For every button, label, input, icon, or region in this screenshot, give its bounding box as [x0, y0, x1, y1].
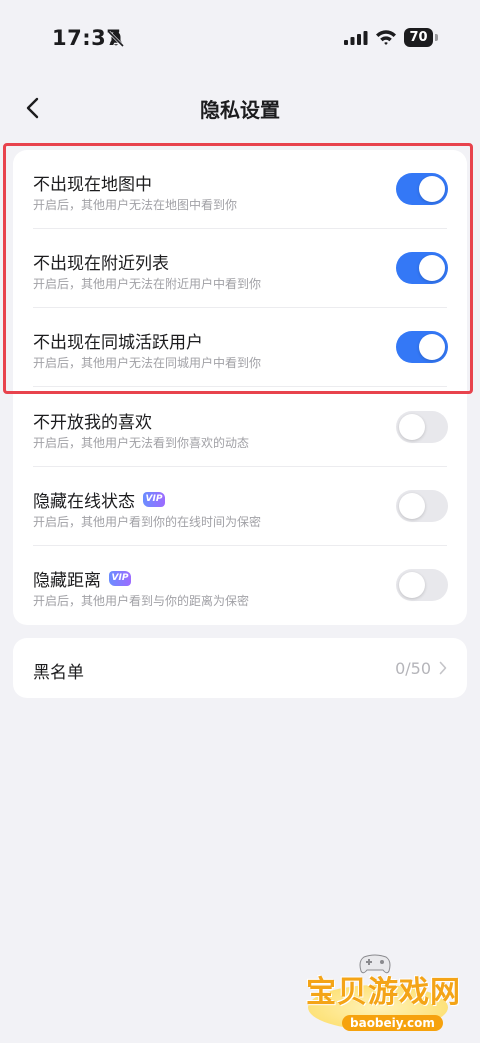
signal-icon [344, 31, 368, 45]
setting-hide-my-likes: 不开放我的喜欢 开启后，其他用户无法看到你喜欢的动态 [13, 388, 467, 467]
blacklist-row[interactable]: 黑名单 0/50 [13, 638, 467, 698]
setting-subtitle: 开启后，其他用户无法看到你喜欢的动态 [33, 436, 250, 450]
setting-title: 不开放我的喜欢 [33, 413, 152, 433]
watermark-domain: baobeiy.com [342, 1015, 443, 1031]
setting-hide-in-nearby: 不出现在附近列表 开启后，其他用户无法在附近用户中看到你 [13, 229, 467, 308]
hide-distance-toggle[interactable] [396, 569, 448, 601]
setting-hide-online-status: 隐藏在线状态 VIP 开启后，其他用户看到你的在线时间为保密 [13, 467, 467, 546]
blacklist-count: 0/50 [395, 659, 431, 678]
setting-title: 不出现在同城活跃用户 [33, 333, 203, 353]
nav-bar: 隐私设置 [0, 80, 480, 136]
watermark-logo: 宝贝游戏网 baobeiy.com [300, 945, 460, 1043]
divider [33, 386, 447, 387]
setting-title: 隐藏距离 VIP [33, 566, 131, 591]
setting-title: 不出现在地图中 [33, 175, 152, 195]
wifi-icon [376, 30, 396, 45]
setting-subtitle: 开启后，其他用户无法在附近用户中看到你 [33, 277, 262, 291]
setting-subtitle: 开启后，其他用户看到你的在线时间为保密 [33, 515, 262, 529]
setting-title: 不出现在附近列表 [33, 254, 169, 274]
vip-badge: VIP [143, 492, 165, 507]
setting-hide-distance: 隐藏距离 VIP 开启后，其他用户看到与你的距离为保密 [13, 546, 467, 625]
hide-online-status-toggle[interactable] [396, 490, 448, 522]
setting-subtitle: 开启后，其他用户看到与你的距离为保密 [33, 594, 250, 608]
battery-icon: 70 [404, 28, 440, 48]
blacklist-label: 黑名单 [33, 663, 84, 683]
privacy-settings-card: 不出现在地图中 开启后，其他用户无法在地图中看到你 不出现在附近列表 开启后，其… [13, 150, 467, 625]
watermark-text: 宝贝游戏网 [306, 975, 461, 1010]
setting-subtitle: 开启后，其他用户无法在同城用户中看到你 [33, 356, 262, 370]
setting-subtitle: 开启后，其他用户无法在地图中看到你 [33, 198, 238, 212]
battery-level: 70 [404, 28, 433, 47]
page-title: 隐私设置 [200, 98, 280, 122]
setting-hide-on-map: 不出现在地图中 开启后，其他用户无法在地图中看到你 [13, 150, 467, 229]
hide-my-likes-toggle[interactable] [396, 411, 448, 443]
hide-in-local-active-toggle[interactable] [396, 331, 448, 363]
setting-title: 隐藏在线状态 VIP [33, 487, 165, 512]
chevron-right-icon [439, 661, 447, 675]
setting-hide-in-local-active: 不出现在同城活跃用户 开启后，其他用户无法在同城用户中看到你 [13, 308, 467, 387]
hide-in-nearby-toggle[interactable] [396, 252, 448, 284]
vip-badge: VIP [109, 571, 131, 586]
hide-on-map-toggle[interactable] [396, 173, 448, 205]
status-bar: 17:37 70 [0, 0, 480, 80]
bell-off-icon [107, 30, 125, 48]
